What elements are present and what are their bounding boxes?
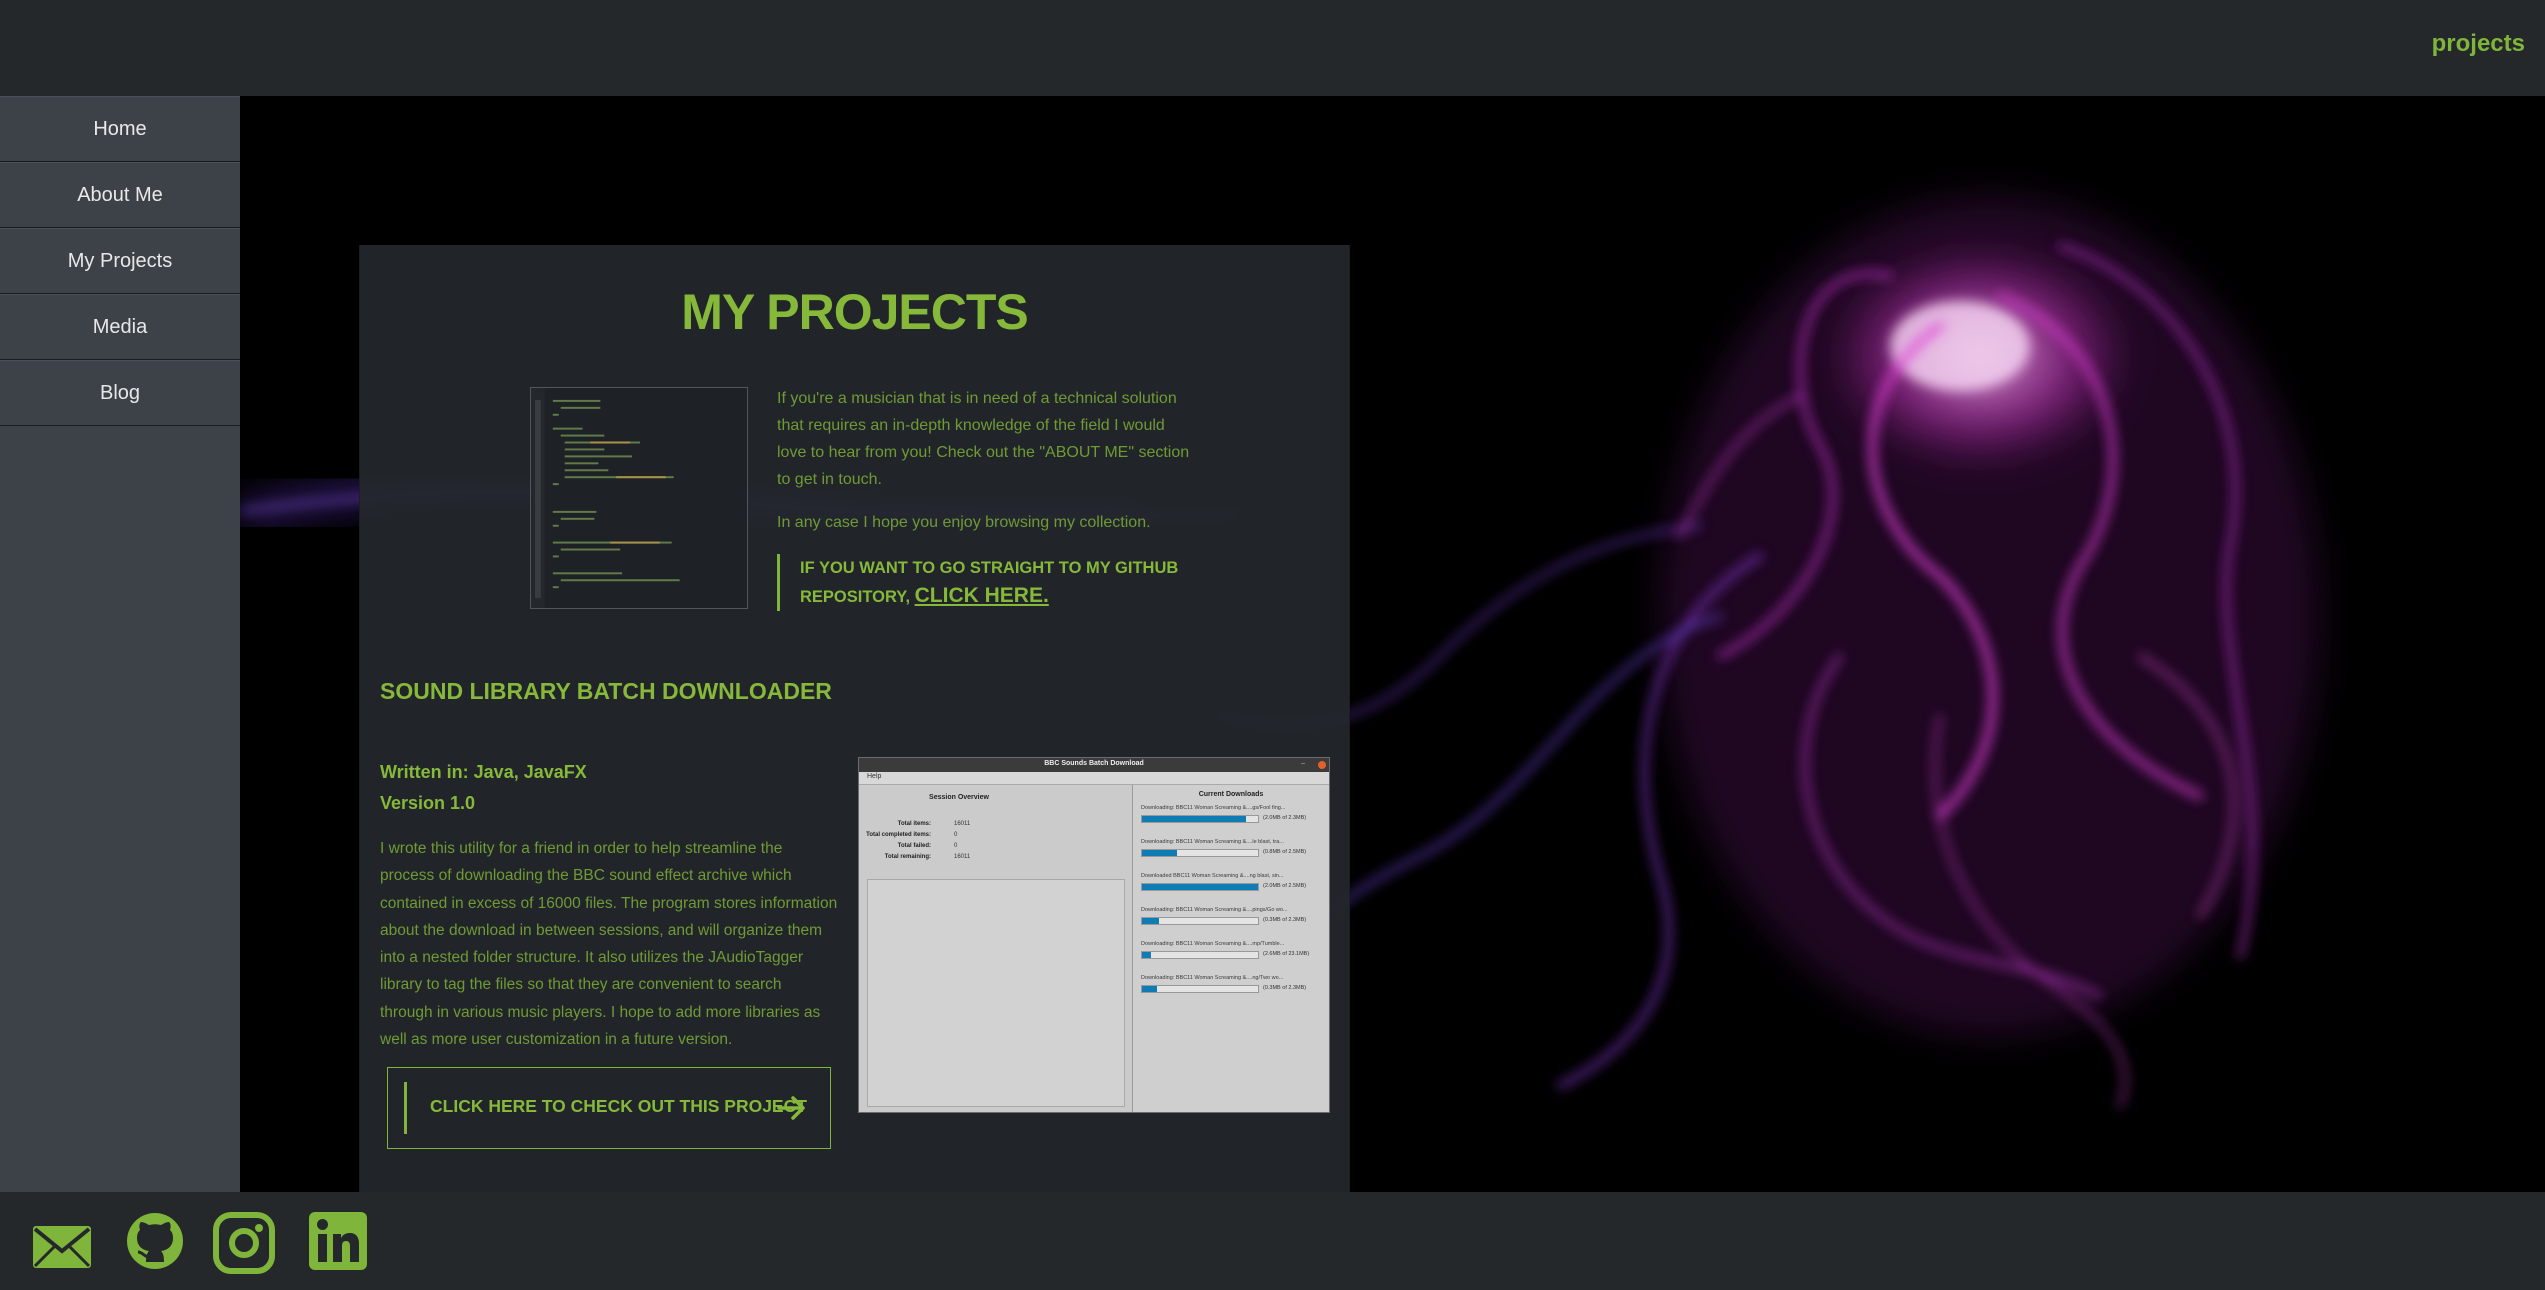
top-bar: projects	[0, 0, 2545, 96]
minimize-icon: –	[1301, 760, 1305, 767]
screenshot-stat-value: 16011	[954, 821, 971, 827]
page-title: MY PROJECTS	[681, 284, 1029, 340]
screenshot-progress-fill	[1142, 816, 1247, 822]
mail-icon[interactable]	[31, 1224, 93, 1270]
screenshot-download-row: Downloaded BBC11 Woman Screaming &....ng…	[1141, 873, 1325, 903]
screenshot-download-size: (0.3MB of 2.3MB)	[1263, 985, 1307, 991]
app-screenshot: BBC Sounds Batch Download – Help Session…	[858, 757, 1330, 1113]
screenshot-download-row: Downloading: BBC11 Woman Screaming &....…	[1141, 941, 1325, 971]
sidebar-item-my-projects[interactable]: My Projects	[0, 228, 240, 294]
projects-panel: MY PROJECTS If you're a musician that is…	[359, 245, 1350, 1192]
footer	[0, 1192, 2545, 1290]
screenshot-window-title: BBC Sounds Batch Download	[1044, 760, 1144, 767]
sidebar-item-blog[interactable]: Blog	[0, 360, 240, 426]
screenshot-download-row: Downloading: BBC11 Woman Screaming &....…	[1141, 839, 1325, 869]
sidebar-item-home[interactable]: Home	[0, 96, 240, 162]
screenshot-log-area	[867, 879, 1125, 1107]
screenshot-right-pane: Current Downloads Downloading: BBC11 Wom…	[1133, 785, 1329, 1112]
screenshot-download-row: Downloading: BBC11 Woman Screaming &....…	[1141, 805, 1325, 835]
intro-paragraph: If you're a musician that is in need of …	[777, 390, 1190, 488]
project-description: I wrote this utility for a friend in ord…	[380, 840, 838, 1049]
page-label: projects	[2431, 30, 2525, 57]
screenshot-progress-bar	[1141, 883, 1259, 891]
screenshot-progress-bar	[1141, 849, 1259, 857]
screenshot-download-row: Downloading: BBC11 Woman Screaming &....…	[1141, 907, 1325, 937]
screenshot-download-name: Downloading: BBC11 Woman Screaming &....…	[1141, 975, 1284, 981]
check-out-project-button[interactable]: CLICK HERE TO CHECK OUT THIS PROJECT	[387, 1067, 831, 1149]
sidebar-nav: Home About Me My Projects Media Blog	[0, 96, 241, 1192]
project-version: Version 1.0	[380, 793, 476, 813]
code-screenshot-image	[530, 387, 748, 609]
screenshot-progress-bar	[1141, 951, 1259, 959]
screenshot-progress-bar	[1141, 815, 1259, 823]
screenshot-stat-label: Total completed items:	[866, 832, 931, 838]
cta-accent-bar	[404, 1082, 407, 1134]
sidebar-item-media[interactable]: Media	[0, 294, 240, 360]
screenshot-progress-bar	[1141, 917, 1259, 925]
github-link[interactable]: CLICK HERE.	[915, 584, 1049, 607]
instagram-icon[interactable]	[213, 1212, 275, 1274]
screenshot-progress-fill	[1142, 884, 1258, 890]
screenshot-stat-row: Total items: 16011	[859, 821, 1119, 831]
screenshot-titlebar: BBC Sounds Batch Download –	[859, 758, 1329, 772]
screenshot-download-size: (2.0MB of 2.3MB)	[1263, 815, 1307, 821]
screenshot-stat-value: 0	[954, 843, 958, 849]
screenshot-download-name: Downloaded BBC11 Woman Screaming &....ng…	[1141, 873, 1284, 879]
intro-text: If you're a musician that is in need of …	[777, 385, 1197, 552]
screenshot-stat-label: Total items:	[897, 821, 931, 827]
screenshot-stat-label: Total remaining:	[884, 854, 931, 860]
screenshot-left-pane: Session Overview Total items: 16011 Tota…	[859, 785, 1133, 1112]
screenshot-stat-value: 0	[954, 832, 958, 838]
github-callout: IF YOU WANT TO GO STRAIGHT TO MY GITHUB …	[777, 554, 1197, 611]
screenshot-left-heading: Session Overview	[929, 794, 989, 801]
cta-label: CLICK HERE TO CHECK OUT THIS PROJECT	[430, 1096, 807, 1116]
project-title: SOUND LIBRARY BATCH DOWNLOADER	[380, 678, 832, 704]
screenshot-stat-row: Total failed: 0	[859, 843, 1119, 853]
screenshot-right-heading: Current Downloads	[1198, 791, 1264, 798]
screenshot-progress-fill	[1142, 918, 1160, 924]
screenshot-menu-help: Help	[867, 773, 882, 780]
github-icon[interactable]	[126, 1212, 184, 1270]
screenshot-download-name: Downloading: BBC11 Woman Screaming &....…	[1141, 941, 1285, 947]
screenshot-progress-bar	[1141, 985, 1259, 993]
screenshot-download-name: Downloading: BBC11 Woman Screaming &....…	[1141, 839, 1284, 845]
project-meta: Written in: Java, JavaFX Version 1.0	[380, 757, 587, 819]
screenshot-download-name: Downloading: BBC11 Woman Screaming &....…	[1141, 907, 1288, 913]
screenshot-menubar: Help	[859, 772, 1329, 785]
screenshot-download-name: Downloading: BBC11 Woman Screaming &....…	[1141, 805, 1286, 811]
screenshot-progress-fill	[1142, 986, 1158, 992]
screenshot-download-row: Downloading: BBC11 Woman Screaming &....…	[1141, 975, 1325, 1005]
project-languages: Written in: Java, JavaFX	[380, 762, 587, 782]
screenshot-progress-fill	[1142, 850, 1177, 856]
linkedin-icon[interactable]	[309, 1212, 367, 1270]
screenshot-download-size: (2.6MB of 23.1MB)	[1263, 951, 1310, 957]
sidebar-item-about-me[interactable]: About Me	[0, 162, 240, 228]
screenshot-stat-label: Total failed:	[897, 843, 931, 849]
close-icon	[1318, 761, 1326, 769]
intro-paragraph: In any case I hope you enjoy browsing my…	[777, 514, 1151, 531]
screenshot-stat-row: Total completed items: 0	[859, 832, 1119, 842]
screenshot-stat-row: Total remaining: 16011	[859, 854, 1119, 864]
screenshot-download-size: (2.0MB of 2.5MB)	[1263, 883, 1307, 889]
screenshot-download-size: (0.8MB of 2.5MB)	[1263, 849, 1307, 855]
arrow-right-icon	[777, 1096, 805, 1120]
screenshot-stat-value: 16011	[954, 854, 971, 860]
screenshot-progress-fill	[1142, 952, 1152, 958]
screenshot-download-size: (0.3MB of 2.3MB)	[1263, 917, 1307, 923]
